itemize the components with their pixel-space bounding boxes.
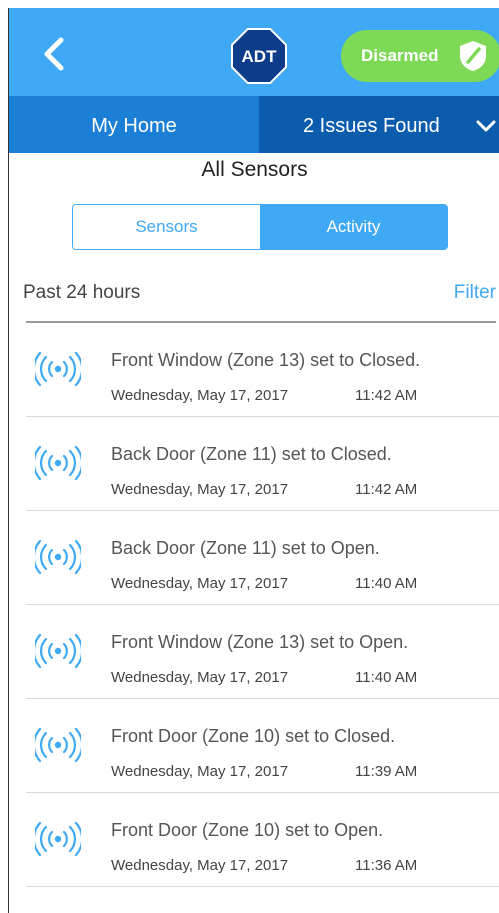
back-button[interactable] bbox=[37, 34, 73, 74]
activity-text: Front Door (Zone 10) set to Open. bbox=[111, 820, 384, 840]
activity-time: 11:40 AM bbox=[355, 669, 418, 686]
location-selector[interactable]: My Home bbox=[9, 96, 259, 153]
activity-row[interactable]: Back Door (Zone 11) set to Open. Wednesd… bbox=[26, 511, 499, 605]
issues-dropdown[interactable]: 2 Issues Found bbox=[259, 96, 499, 153]
sensor-signal-icon bbox=[32, 351, 84, 387]
top-bar: ADT Disarmed bbox=[9, 8, 499, 96]
activity-row[interactable]: Front Door (Zone 10) set to Closed. Wedn… bbox=[26, 699, 499, 793]
activity-text: Back Door (Zone 11) set to Closed. bbox=[111, 444, 392, 464]
activity-text: Back Door (Zone 11) set to Open. bbox=[111, 538, 380, 558]
filter-button[interactable]: Filter bbox=[454, 282, 496, 304]
shield-icon bbox=[458, 40, 488, 72]
activity-row[interactable]: Front Window (Zone 13) set to Open. Wedn… bbox=[26, 605, 499, 699]
activity-row[interactable]: Back Door (Zone 11) set to Closed. Wedne… bbox=[26, 417, 499, 511]
activity-date: Wednesday, May 17, 2017 bbox=[111, 763, 289, 780]
activity-date: Wednesday, May 17, 2017 bbox=[111, 575, 289, 592]
arm-status-button[interactable]: Disarmed bbox=[341, 30, 499, 82]
activity-time: 11:42 AM bbox=[355, 387, 418, 404]
sensor-signal-icon bbox=[32, 821, 84, 857]
activity-time: 11:39 AM bbox=[355, 763, 418, 780]
chevron-left-icon bbox=[44, 37, 64, 71]
activity-date: Wednesday, May 17, 2017 bbox=[111, 387, 289, 404]
activity-time: 11:40 AM bbox=[355, 575, 418, 592]
activity-text: Front Window (Zone 13) set to Open. bbox=[111, 632, 409, 652]
issues-label: 2 Issues Found bbox=[303, 115, 440, 137]
activity-list: Front Window (Zone 13) set to Closed. We… bbox=[26, 323, 499, 887]
adt-logo: ADT bbox=[231, 28, 287, 84]
activity-time: 11:36 AM bbox=[355, 857, 418, 874]
page-title: All Sensors bbox=[201, 158, 308, 181]
activity-time: 11:42 AM bbox=[355, 481, 418, 498]
sensor-signal-icon bbox=[32, 633, 84, 669]
period-label: Past 24 hours bbox=[23, 282, 141, 303]
activity-date: Wednesday, May 17, 2017 bbox=[111, 481, 289, 498]
view-toggle: Sensors Activity bbox=[72, 204, 448, 250]
chevron-down-icon bbox=[475, 118, 497, 134]
app-screen: ADT Disarmed My Home 2 Issues Found All … bbox=[8, 8, 499, 913]
logo-text: ADT bbox=[242, 47, 278, 66]
activity-text: Front Door (Zone 10) set to Closed. bbox=[111, 726, 396, 746]
activity-row[interactable]: Front Window (Zone 13) set to Closed. We… bbox=[26, 323, 499, 417]
activity-date: Wednesday, May 17, 2017 bbox=[111, 857, 289, 874]
sub-nav-bar: My Home 2 Issues Found bbox=[9, 96, 499, 153]
location-label: My Home bbox=[91, 115, 177, 137]
sensor-signal-icon bbox=[32, 539, 84, 575]
tab-activity[interactable]: Activity bbox=[260, 205, 447, 249]
activity-text: Front Window (Zone 13) set to Closed. bbox=[111, 350, 421, 370]
sensor-signal-icon bbox=[32, 445, 84, 481]
tab-sensors[interactable]: Sensors bbox=[73, 205, 260, 249]
activity-date: Wednesday, May 17, 2017 bbox=[111, 669, 289, 686]
arm-status-label: Disarmed bbox=[361, 46, 439, 65]
activity-row[interactable]: Front Door (Zone 10) set to Open. Wednes… bbox=[26, 793, 499, 887]
sensor-signal-icon bbox=[32, 727, 84, 763]
